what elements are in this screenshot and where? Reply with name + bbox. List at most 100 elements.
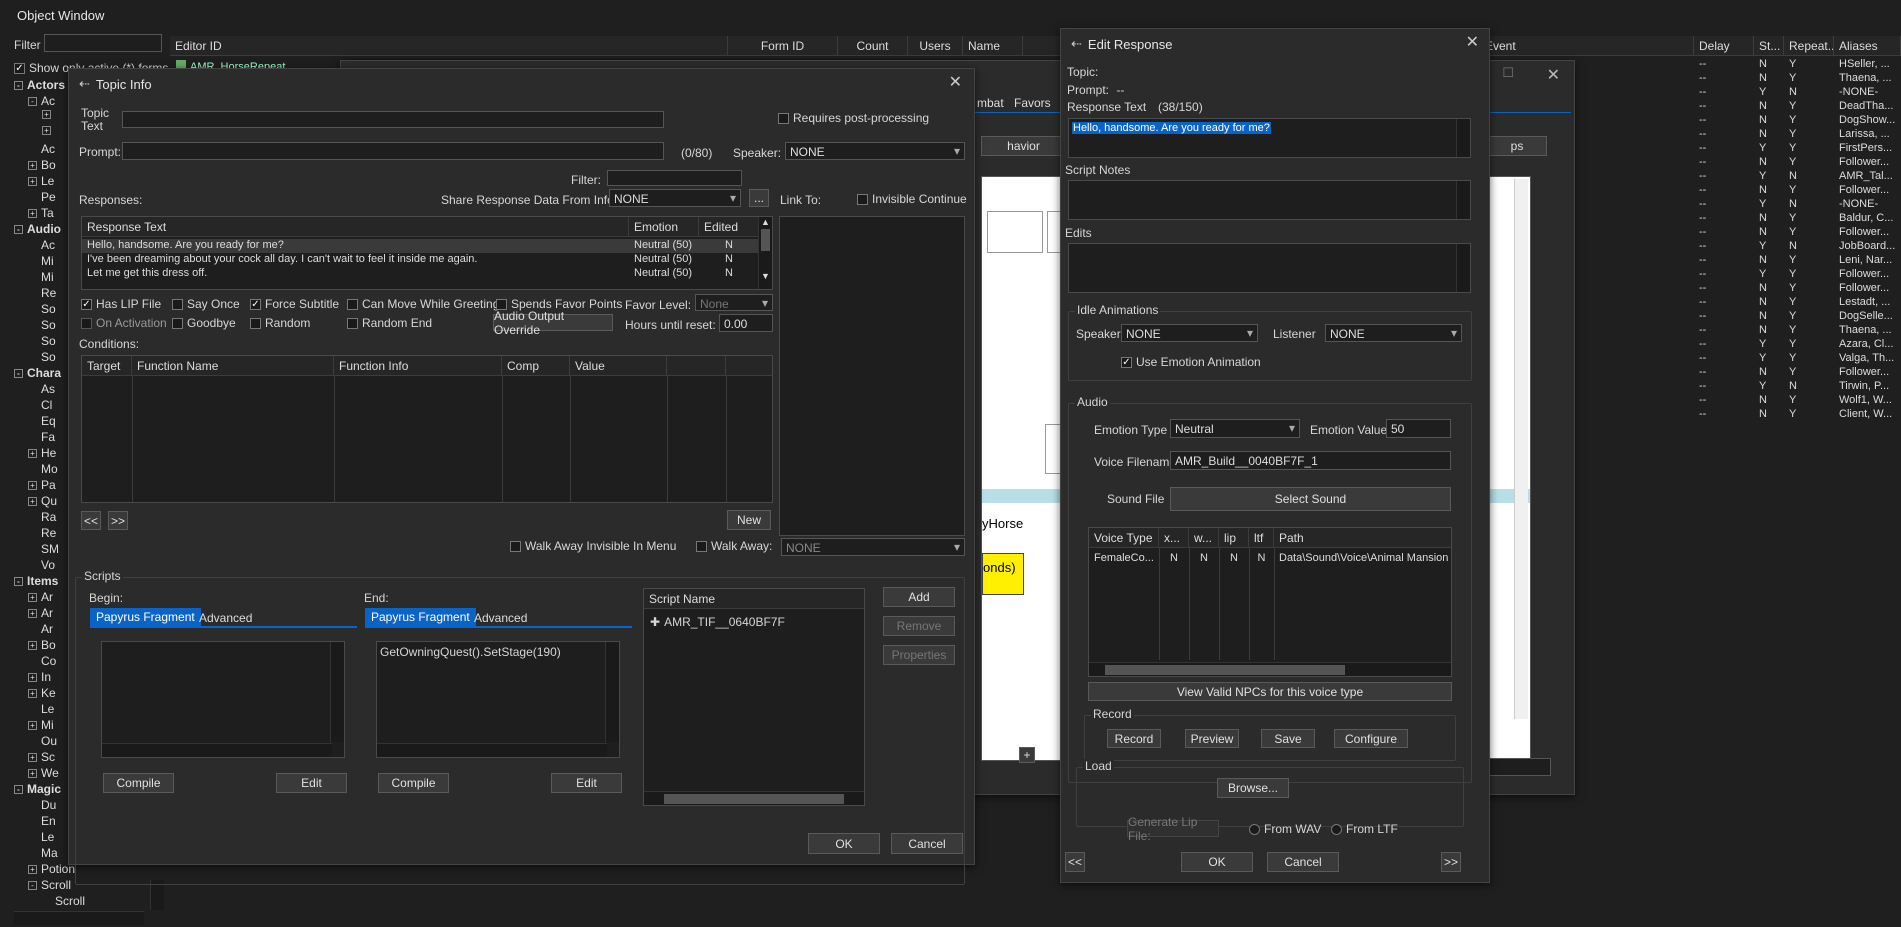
col-path[interactable]: Path (1274, 528, 1451, 547)
collapse-icon[interactable]: - (14, 80, 23, 90)
tree-item[interactable]: Re (28, 526, 56, 540)
tree-item[interactable]: + (42, 126, 55, 135)
begin-scrollbar-h[interactable] (102, 743, 332, 757)
col-event[interactable]: Event (1480, 36, 1694, 55)
end-papyrus-tab[interactable]: Papyrus Fragment (365, 608, 476, 626)
tab-combat[interactable]: mbat (971, 94, 1010, 112)
begin-advanced-tab[interactable]: Advanced (193, 609, 258, 627)
tree-item[interactable]: Mi (28, 254, 54, 268)
col-function-info[interactable]: Function Info (334, 356, 502, 375)
expand-icon[interactable]: + (28, 160, 37, 170)
response-text-value[interactable]: Hello, handsome. Are you ready for me? (1072, 122, 1271, 134)
from-wav-radio[interactable]: From WAV (1249, 822, 1321, 836)
edit-response-next-button[interactable]: >> (1441, 852, 1461, 872)
col-voice-type[interactable]: Voice Type (1089, 528, 1159, 547)
scroll-thumb[interactable] (664, 794, 844, 804)
scroll-up-icon[interactable]: ▲ (759, 217, 772, 227)
expand-icon[interactable]: + (28, 720, 37, 730)
share-response-more-button[interactable]: ... (749, 189, 769, 207)
expand-icon[interactable]: + (28, 864, 37, 874)
tree-item[interactable]: - Magic (14, 782, 61, 796)
begin-script-area[interactable] (101, 641, 345, 758)
tree-item[interactable]: Cl (28, 398, 52, 412)
col-ltf[interactable]: ltf (1249, 528, 1274, 547)
response-row[interactable]: I've been dreaming about your cock all d… (82, 253, 759, 267)
col-target[interactable]: Target (82, 356, 132, 375)
tree-item[interactable]: + In (28, 670, 51, 684)
expand-icon[interactable]: + (28, 608, 37, 618)
topic-info-cancel-button[interactable]: Cancel (891, 833, 963, 854)
edits-area[interactable] (1068, 243, 1471, 293)
collapse-icon[interactable]: - (28, 880, 37, 890)
select-sound-button[interactable]: Select Sound (1170, 487, 1451, 511)
walk-away-invisible-checkbox[interactable]: Walk Away Invisible In Menu (510, 539, 676, 553)
col-lip[interactable]: lip (1219, 528, 1249, 547)
end-advanced-tab[interactable]: Advanced (468, 609, 533, 627)
use-emotion-checkbox[interactable]: ✓ Use Emotion Animation (1121, 355, 1261, 369)
edit-response-cancel-button[interactable]: Cancel (1267, 852, 1339, 872)
collapse-icon[interactable]: - (14, 368, 23, 378)
speaker-select[interactable]: NONE (785, 142, 965, 160)
scroll-thumb[interactable] (761, 229, 770, 251)
col-count[interactable]: Count (838, 36, 908, 55)
voice-filename-input[interactable]: AMR_Build__0040BF7F_1 (1170, 451, 1451, 470)
response-scrollbar[interactable] (1456, 119, 1470, 157)
force-subtitle-checkbox[interactable]: ✓ Force Subtitle (250, 297, 339, 311)
save-button[interactable]: Save (1261, 729, 1315, 748)
col-w[interactable]: w... (1189, 528, 1219, 547)
add-script-button[interactable]: Add (883, 587, 955, 607)
col-name[interactable]: Name (963, 36, 1023, 55)
tree-item[interactable]: Fa (28, 430, 55, 444)
tree-item[interactable]: Ac (28, 142, 55, 156)
topic-info-ok-button[interactable]: OK (808, 833, 880, 854)
expand-icon[interactable]: + (28, 640, 37, 650)
col-users[interactable]: Users (908, 36, 963, 55)
script-list[interactable]: Script Name ✚ AMR_TIF__0640BF7F (643, 588, 865, 806)
tree-item[interactable]: + We (28, 766, 59, 780)
col-editor-id[interactable]: Editor ID (170, 36, 728, 55)
on-activation-checkbox[interactable]: On Activation (81, 316, 167, 330)
edit-response-prev-button[interactable]: << (1065, 852, 1085, 872)
col-aliases[interactable]: Aliases (1834, 36, 1901, 55)
col-value[interactable]: Value (570, 356, 667, 375)
tree-item[interactable]: Ou (28, 734, 57, 748)
tree-item[interactable]: + Ta (28, 206, 54, 220)
tree-item[interactable]: Pe (28, 190, 56, 204)
record-button[interactable]: Record (1107, 729, 1161, 748)
tree-item[interactable]: Le (28, 702, 54, 716)
topic-text-input[interactable] (122, 111, 664, 128)
random-end-checkbox[interactable]: Random End (347, 316, 432, 330)
col-response-text[interactable]: Response Text (82, 217, 629, 236)
tree-item[interactable]: So (28, 334, 56, 348)
bg-restore-icon[interactable]: ☐ (1502, 65, 1514, 81)
tree-scrollbar-h[interactable] (14, 911, 144, 925)
tree-item[interactable]: - Audio (14, 222, 61, 236)
tree-item[interactable]: Re (28, 286, 56, 300)
filter-input[interactable] (44, 34, 162, 52)
conditions-table[interactable]: Target Function Name Function Info Comp … (81, 355, 773, 503)
tree-item[interactable]: - Chara (14, 366, 61, 380)
begin-scrollbar-v[interactable] (330, 642, 344, 742)
idle-listener-select[interactable]: NONE (1325, 324, 1462, 342)
remove-script-button[interactable]: Remove (883, 616, 955, 636)
emotion-type-select[interactable]: Neutral (1170, 419, 1300, 438)
begin-papyrus-tab[interactable]: Papyrus Fragment (90, 608, 201, 626)
tree-item[interactable]: Vo (28, 558, 55, 572)
tree-item[interactable]: Scroll (42, 894, 85, 908)
tree-item[interactable]: - Items (14, 574, 58, 588)
say-once-checkbox[interactable]: Say Once (172, 297, 240, 311)
response-row[interactable]: Hello, handsome. Are you ready for me? Ne… (82, 239, 759, 253)
expand-icon[interactable]: + (42, 126, 51, 135)
edit-response-close-icon[interactable]: ✕ (1466, 32, 1479, 52)
bg-close-icon[interactable]: ✕ (1547, 65, 1560, 85)
idle-speaker-select[interactable]: NONE (1121, 324, 1258, 342)
expand-icon[interactable]: + (28, 688, 37, 698)
tree-item[interactable]: Du (28, 798, 56, 812)
expand-icon[interactable]: + (28, 480, 37, 490)
script-list-scrollbar-h[interactable] (644, 791, 864, 805)
tree-item[interactable]: Mo (28, 462, 58, 476)
voice-type-scrollbar-h[interactable] (1089, 662, 1451, 676)
has-lip-checkbox[interactable]: ✓ Has LIP File (81, 297, 161, 311)
begin-edit-button[interactable]: Edit (276, 773, 347, 793)
requires-post-checkbox[interactable]: Requires post-processing (778, 111, 929, 125)
